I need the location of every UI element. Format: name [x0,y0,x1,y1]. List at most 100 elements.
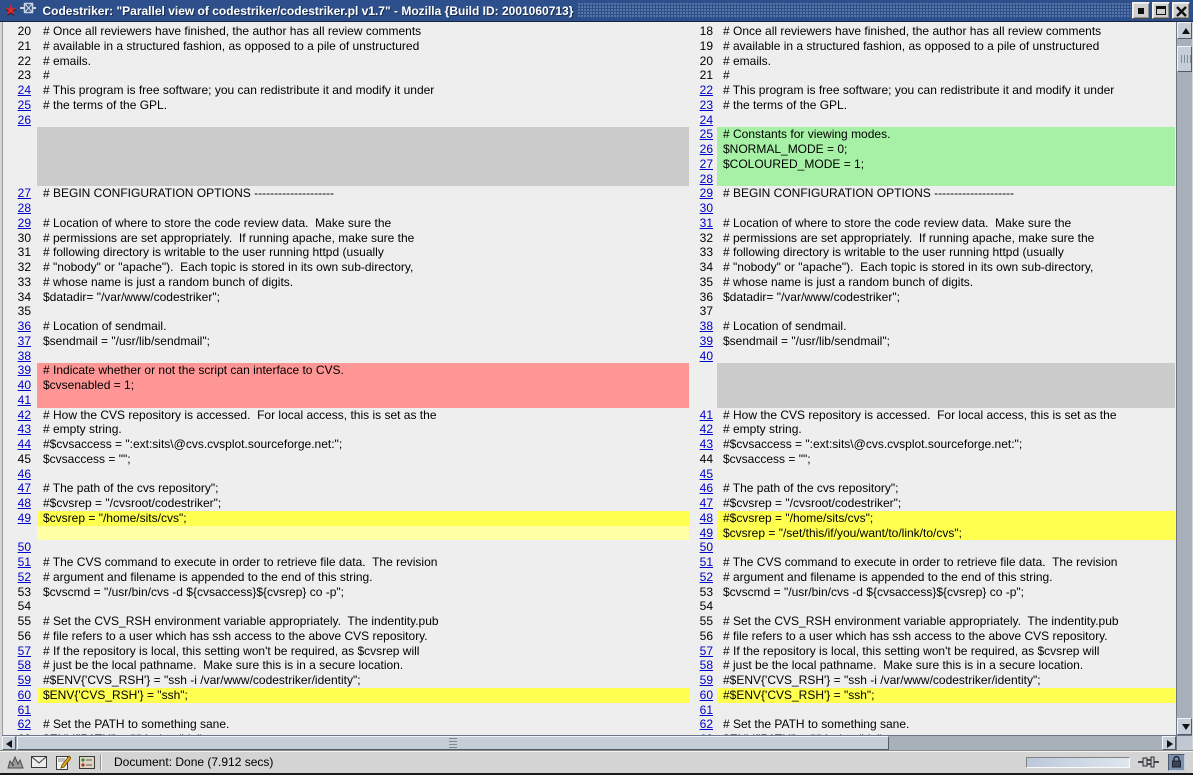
line-number-link[interactable]: 30 [700,201,713,215]
line-number-link[interactable]: 48 [18,496,31,510]
line-number-link[interactable]: 36 [18,319,31,333]
diff-row: 60$ENV{'CVS_RSH'} = "ssh";60#$ENV{'CVS_R… [3,688,1176,703]
scroll-right-button[interactable] [1162,736,1176,750]
code-line: $cvsaccess = ""; [717,452,1175,467]
line-number-cell: 35 [3,304,37,319]
line-number-link[interactable]: 52 [700,570,713,584]
line-number-link[interactable]: 60 [700,688,713,702]
line-number-link[interactable]: 29 [18,216,31,230]
line-number-link[interactable]: 50 [700,540,713,554]
line-number-link[interactable]: 51 [700,555,713,569]
line-number-link[interactable]: 57 [18,644,31,658]
code-line: # Set the PATH to something sane. [717,717,1175,732]
mail-icon[interactable] [30,754,48,771]
line-number-link[interactable]: 62 [700,717,713,731]
vertical-scrollbar[interactable] [1176,22,1192,735]
diff-row: 30# permissions are set appropriately. I… [3,231,1176,246]
line-number-cell: 53 [3,585,37,600]
line-number-link[interactable]: 43 [18,422,31,436]
line-number-link[interactable]: 59 [18,673,31,687]
line-number-link[interactable]: 47 [700,496,713,510]
line-number-link[interactable]: 39 [18,363,31,377]
line-number-link[interactable]: 38 [18,349,31,363]
security-lock-icon[interactable] [1168,754,1185,771]
line-number-cell: 48 [689,511,717,526]
line-number-link[interactable]: 28 [700,172,713,186]
line-number: 35 [700,275,713,289]
line-number-link[interactable]: 58 [700,658,713,672]
line-number-link[interactable]: 37 [18,334,31,348]
offline-plug-icon[interactable] [1138,756,1160,768]
line-number-link[interactable]: 44 [18,437,31,451]
line-number-link[interactable]: 38 [700,319,713,333]
line-number-link[interactable]: 48 [700,511,713,525]
line-number-link[interactable]: 24 [700,113,713,127]
line-number-link[interactable]: 29 [700,186,713,200]
line-number-link[interactable]: 57 [700,644,713,658]
code-line: #$cvsrep = "/home/sits/cvs"; [717,511,1175,526]
line-number-link[interactable]: 46 [18,467,31,481]
horizontal-scrollbar-thumb[interactable] [17,736,889,750]
diff-row: 24 # This program is free software; you c… [3,83,1176,98]
component-bar [6,754,96,771]
line-number-link[interactable]: 28 [18,201,31,215]
scroll-up-button[interactable] [1177,22,1192,39]
line-number-link[interactable]: 45 [700,467,713,481]
line-number-link[interactable]: 42 [18,408,31,422]
line-number-link[interactable]: 43 [700,437,713,451]
code-line: # Once all reviewers have finished, the … [717,24,1175,39]
diff-row: 33# whose name is just a random bunch of… [3,275,1176,290]
line-number-link[interactable]: 50 [18,540,31,554]
line-number-link[interactable]: 41 [18,393,31,407]
line-number-link[interactable]: 59 [700,673,713,687]
line-number-link[interactable]: 23 [700,98,713,112]
minimize-button[interactable] [1132,2,1150,19]
line-number-link[interactable]: 49 [18,511,31,525]
scroll-down-button[interactable] [1177,718,1192,735]
line-number-link[interactable]: 47 [18,481,31,495]
line-number-cell: 22 [689,83,717,98]
close-button[interactable] [1172,2,1190,19]
code-line: $COLOURED_MODE = 1; [717,157,1175,172]
scroll-left-button[interactable] [2,736,16,750]
code-line: #$ENV{'CVS_RSH'} = "ssh -i /var/www/code… [37,673,689,688]
line-number-link[interactable]: 39 [700,334,713,348]
line-number-link[interactable]: 26 [700,142,713,156]
line-number-link[interactable]: 25 [700,127,713,141]
line-number-link[interactable]: 26 [18,113,31,127]
line-number-link[interactable]: 58 [18,658,31,672]
vertical-scrollbar-thumb[interactable] [1177,46,1192,72]
line-number-link[interactable]: 61 [18,703,31,717]
line-number-link[interactable]: 31 [700,216,713,230]
line-number-link[interactable]: 24 [18,83,31,97]
navigator-icon[interactable] [6,754,24,771]
line-number-link[interactable]: 40 [700,349,713,363]
line-number-link[interactable]: 62 [18,717,31,731]
line-number-link[interactable]: 27 [700,157,713,171]
maximize-button[interactable] [1152,2,1170,19]
composer-icon[interactable] [54,754,72,771]
code-line: # This program is free software; you can… [37,83,689,98]
line-number-cell: 54 [689,599,717,614]
line-number-link[interactable]: 27 [18,186,31,200]
line-number-link[interactable]: 46 [700,481,713,495]
line-number-link[interactable]: 52 [18,570,31,584]
code-line: # How the CVS repository is accessed. Fo… [37,408,689,423]
line-number-link[interactable]: 40 [18,378,31,392]
line-number-link[interactable]: 41 [700,408,713,422]
line-number-link[interactable]: 25 [18,98,31,112]
status-bar: Document: Done (7.912 secs) [0,750,1193,773]
line-number-link[interactable]: 60 [18,688,31,702]
window-pin-icon[interactable] [20,1,36,20]
line-number-link[interactable]: 49 [700,526,713,540]
line-number-link[interactable]: 22 [700,83,713,97]
line-number-link[interactable]: 42 [700,422,713,436]
titlebar[interactable]: ★ Codestriker: "Parallel view of codestr… [0,0,1193,22]
code-line: # BEGIN CONFIGURATION OPTIONS ----------… [717,186,1175,201]
horizontal-scrollbar[interactable] [2,735,1176,750]
line-number-cell: 62 [3,717,37,732]
addressbook-icon[interactable] [78,754,96,771]
code-line: $sendmail = "/usr/lib/sendmail"; [717,334,1175,349]
line-number-link[interactable]: 51 [18,555,31,569]
line-number-link[interactable]: 61 [700,703,713,717]
